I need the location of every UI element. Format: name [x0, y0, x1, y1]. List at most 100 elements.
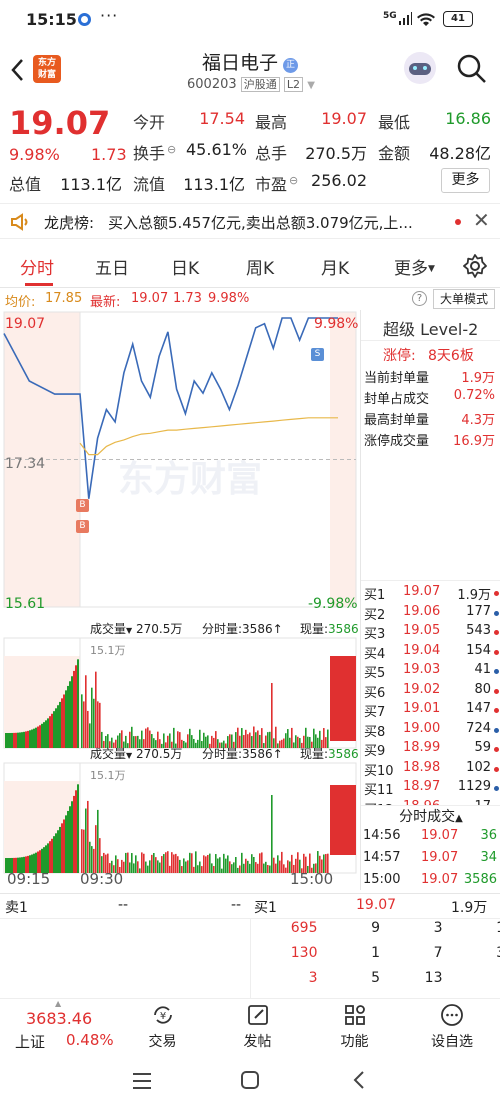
- more-notifications-icon: ···: [100, 6, 119, 25]
- bid-row[interactable]: 买7 19.01 147: [361, 701, 500, 720]
- robot-avatar-icon[interactable]: [404, 52, 436, 84]
- info-icon[interactable]: ⊖: [167, 143, 176, 156]
- buy-marker-icon[interactable]: B: [76, 499, 89, 512]
- volume-bar: [97, 809, 99, 873]
- bid-row[interactable]: 买4 19.04 154: [361, 643, 500, 662]
- volume-bar: [197, 739, 199, 748]
- level2-title[interactable]: 超级 Level-2: [383, 316, 478, 340]
- volume-bar: [95, 671, 97, 748]
- volume-bar: [127, 852, 129, 873]
- recent-apps-icon[interactable]: [132, 1072, 152, 1090]
- volume-bar: [285, 733, 287, 748]
- bid-price: 19.00: [403, 720, 441, 736]
- tab-daily-k[interactable]: 日K: [171, 254, 199, 279]
- volume-bar: [175, 853, 177, 873]
- help-icon[interactable]: ?: [412, 291, 427, 306]
- queue-cell: 13: [424, 970, 443, 986]
- volume-bar: [215, 854, 217, 873]
- bid-list[interactable]: 买1 19.07 1.9万 买2 19.06 177 买3 19.05 543 买4 19.04 15…: [361, 580, 500, 805]
- app-logo[interactable]: 东方 财富: [33, 55, 61, 83]
- close-icon[interactable]: ✕: [473, 208, 490, 232]
- bid-price: 19.02: [403, 681, 441, 697]
- settings-gear-icon[interactable]: [463, 254, 487, 278]
- bid-row[interactable]: 买6 19.02 80: [361, 682, 500, 701]
- volume-bar: [273, 857, 275, 873]
- bid-price: 18.97: [403, 779, 441, 794]
- nav-post[interactable]: 发帖: [230, 1003, 285, 1053]
- back-arrow-icon[interactable]: [10, 58, 24, 82]
- volume-bar: [59, 826, 61, 873]
- volume-header[interactable]: 成交量▼ 270.5万: [90, 745, 182, 762]
- buy-marker-icon[interactable]: B: [76, 520, 89, 533]
- volume-bar: [199, 861, 201, 873]
- volume-header[interactable]: 成交量▼ 270.5万: [90, 620, 182, 637]
- bid-row[interactable]: 买5 19.03 41: [361, 662, 500, 681]
- bid-label: 买11: [364, 783, 394, 798]
- tab-monthly-k[interactable]: 月K: [321, 254, 349, 279]
- bid-row[interactable]: 买10 18.98 102: [361, 760, 500, 779]
- big-order-mode-button[interactable]: 大单模式: [433, 289, 495, 309]
- stock-title[interactable]: 福日电子 正: [180, 48, 320, 75]
- bid-row[interactable]: 买8 19.00 724: [361, 721, 500, 740]
- trades-header[interactable]: 分时成交▲: [361, 805, 500, 825]
- back-icon[interactable]: [352, 1070, 366, 1090]
- volume-bar: [9, 732, 11, 748]
- volume-bar: [17, 732, 19, 748]
- tab-five-day[interactable]: 五日: [95, 254, 129, 279]
- volume-bar: [29, 730, 31, 748]
- info-icon[interactable]: ⊖: [289, 174, 298, 187]
- volume-bar: [225, 858, 227, 873]
- volume-bar: [83, 829, 85, 873]
- volume-bar: [69, 681, 71, 748]
- volume-bar: [275, 863, 277, 873]
- bid-row[interactable]: 买1 19.07 1.9万: [361, 584, 500, 603]
- order-dot-icon: [494, 766, 499, 772]
- volume-bar: [251, 854, 253, 873]
- volume-bar: [271, 683, 273, 748]
- bid-row[interactable]: 买11 18.97 1129: [361, 779, 500, 798]
- volume-bar: [257, 863, 259, 873]
- intraday-chart-area[interactable]: 19.07 17.34 15.61 9.98% -9.98% 东方财富 S B …: [0, 310, 360, 890]
- volume-bar: [21, 732, 23, 748]
- nav-functions[interactable]: 功能: [327, 1003, 382, 1053]
- time-label-open: 09:15: [7, 870, 51, 888]
- tab-intraday[interactable]: 分时: [20, 254, 54, 279]
- dragon-tiger-notice[interactable]: 龙虎榜: 买入总额5.457亿元,卖出总额3.079亿元,上... ✕: [0, 203, 500, 239]
- quote-label-pe: 市盈: [255, 175, 288, 194]
- volume-bar: [271, 795, 273, 873]
- chart-info-bar: 均价: 17.85 最新: 19.07 1.73 9.98% ? 大单模式: [0, 288, 500, 310]
- trade-price: 19.07: [421, 872, 459, 887]
- bid-label: 买5: [364, 666, 386, 681]
- volume-bar: [293, 742, 295, 748]
- bid-row[interactable]: 买2 19.06 177: [361, 604, 500, 623]
- notice-text: 买入总额5.457亿元,卖出总额3.079亿元,上...: [108, 214, 413, 232]
- queue-cell: 7: [433, 945, 443, 961]
- price-chart[interactable]: [0, 310, 360, 890]
- bid-row[interactable]: 买9 18.99 59: [361, 740, 500, 759]
- volume-bar: [209, 853, 211, 873]
- volume-bar: [135, 855, 137, 873]
- bid-volume: 59: [474, 740, 491, 755]
- limit-up-label: 涨停:: [383, 348, 416, 364]
- queue-cell: 1: [496, 920, 500, 936]
- tab-more[interactable]: 更多▼: [394, 254, 435, 279]
- more-button[interactable]: 更多: [441, 168, 490, 193]
- index-ticker[interactable]: ▲ 3683.46 上证 0.48%: [0, 999, 120, 1057]
- volume-scale: 15.1万: [90, 644, 126, 657]
- volume-scale: 15.1万: [90, 769, 126, 782]
- sell-marker-icon[interactable]: S: [311, 348, 324, 361]
- bid-row[interactable]: 买3 19.05 543: [361, 623, 500, 642]
- quote-panel: 19.07 9.98% 1.73 总值 113.1亿 今开 17.54 最高 1…: [0, 100, 500, 200]
- volume-bar: [163, 854, 165, 873]
- volume-label: 成交量: [90, 747, 127, 761]
- home-icon[interactable]: [240, 1070, 260, 1090]
- nav-add-watchlist[interactable]: 设自选: [422, 1003, 482, 1053]
- y-axis-mid-label: 17.34: [5, 456, 46, 472]
- search-icon[interactable]: [457, 54, 487, 84]
- tab-weekly-k[interactable]: 周K: [246, 254, 274, 279]
- chevron-down-icon[interactable]: ▼: [307, 80, 315, 91]
- nav-trade[interactable]: ¥ 交易: [135, 1003, 190, 1053]
- volume-bar: [141, 852, 143, 873]
- price-change: 1.73: [91, 145, 127, 164]
- volume-bar: [231, 864, 233, 873]
